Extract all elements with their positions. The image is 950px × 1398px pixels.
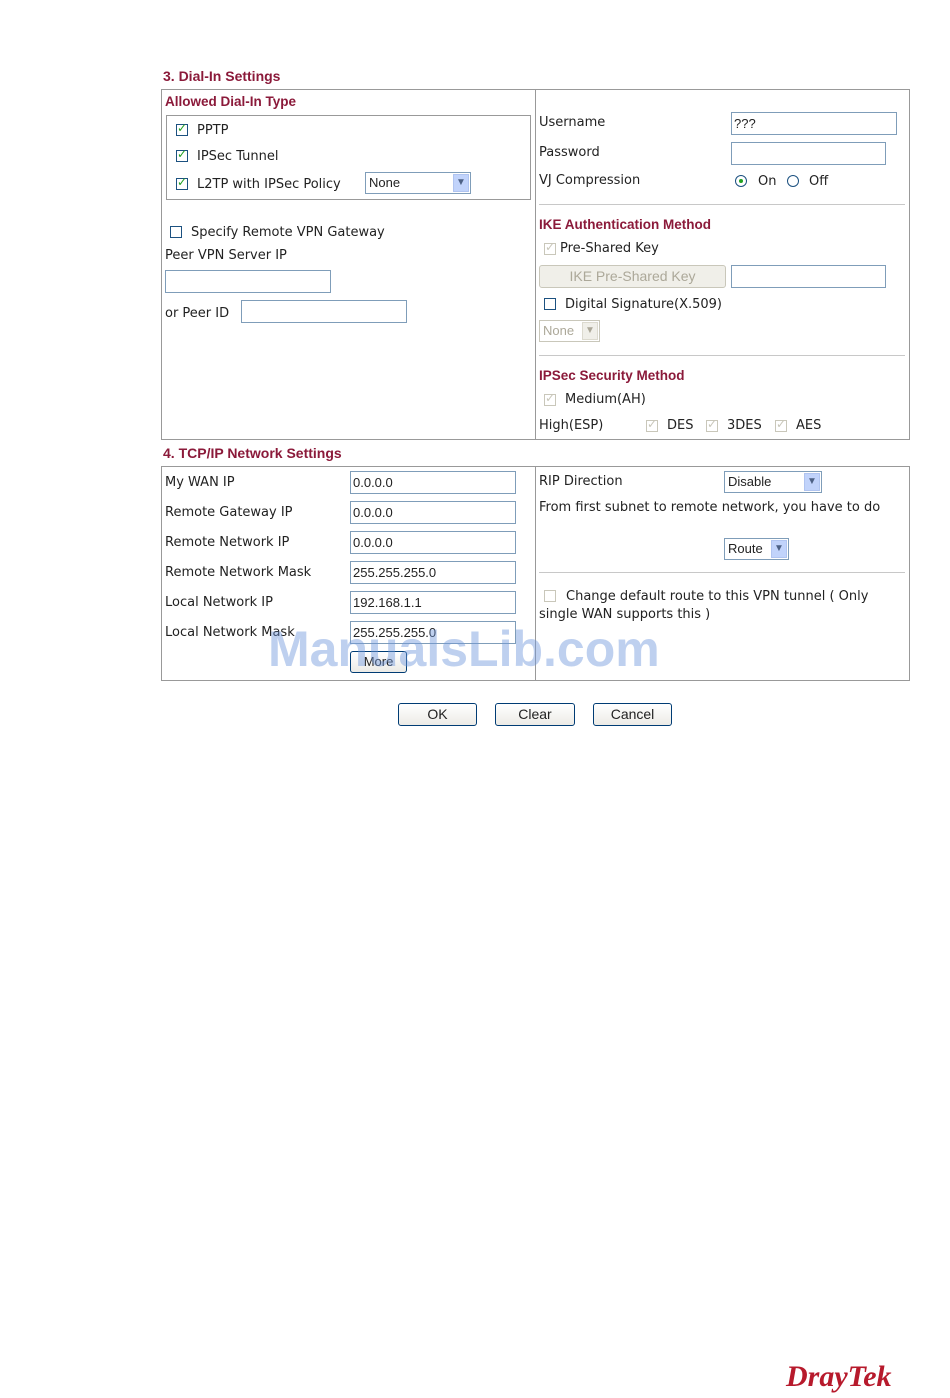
local-network-ip-input[interactable]: 192.168.1.1 <box>350 591 516 614</box>
divider <box>539 572 905 573</box>
remote-gateway-ip-label: Remote Gateway IP <box>165 505 293 520</box>
peer-id-input[interactable] <box>241 300 407 323</box>
vj-off-radio[interactable] <box>787 175 799 187</box>
vj-on-label: On <box>758 174 777 189</box>
high-esp-label: High(ESP) <box>539 418 604 433</box>
divider <box>539 355 905 356</box>
pre-shared-key-label: Pre-Shared Key <box>560 241 659 256</box>
medium-ah-label: Medium(AH) <box>565 392 646 407</box>
chevron-down-icon: ▼ <box>453 174 469 192</box>
ike-psk-input[interactable] <box>731 265 886 288</box>
username-input[interactable]: ??? <box>731 112 897 135</box>
draytek-logo: DrayTek <box>786 1360 892 1393</box>
password-input[interactable] <box>731 142 886 165</box>
ike-pre-shared-key-button[interactable]: IKE Pre-Shared Key <box>539 265 726 288</box>
tcpip-settings-title: 4. TCP/IP Network Settings <box>163 445 342 461</box>
chevron-down-icon: ▼ <box>771 540 787 558</box>
default-route-label: Change default route to this VPN tunnel … <box>539 589 869 622</box>
ike-auth-title: IKE Authentication Method <box>539 217 711 232</box>
3des-checkbox <box>706 417 718 432</box>
vj-on-radio[interactable] <box>735 175 747 187</box>
rip-direction-value: Disable <box>728 474 772 489</box>
aes-checkbox <box>775 417 787 432</box>
rip-direction-select[interactable]: Disable ▼ <box>724 471 822 493</box>
remote-network-mask-input[interactable]: 255.255.255.0 <box>350 561 516 584</box>
3des-label: 3DES <box>727 418 762 433</box>
remote-gateway-ip-input[interactable]: 0.0.0.0 <box>350 501 516 524</box>
dial-in-divider <box>535 89 536 440</box>
allowed-dial-in-type-title: Allowed Dial-In Type <box>165 94 297 109</box>
pptp-checkbox[interactable] <box>176 121 188 136</box>
my-wan-ip-input[interactable]: 0.0.0.0 <box>350 471 516 494</box>
route-value: Route <box>728 541 763 556</box>
peer-id-label: or Peer ID <box>165 306 230 321</box>
peer-server-ip-input[interactable] <box>165 270 331 293</box>
peer-server-ip-label: Peer VPN Server IP <box>165 248 287 263</box>
des-label: DES <box>667 418 694 433</box>
my-wan-ip-label: My WAN IP <box>165 475 235 490</box>
remote-network-mask-label: Remote Network Mask <box>165 565 312 580</box>
l2tp-policy-select[interactable]: None ▼ <box>365 172 471 194</box>
chevron-down-icon: ▼ <box>804 473 820 491</box>
rip-direction-label: RIP Direction <box>539 474 623 489</box>
ok-button[interactable]: OK <box>398 703 477 726</box>
remote-network-ip-input[interactable]: 0.0.0.0 <box>350 531 516 554</box>
ipsec-tunnel-label: IPSec Tunnel <box>197 149 279 164</box>
medium-ah-checkbox <box>544 391 556 406</box>
digital-signature-select: None ▼ <box>539 320 600 342</box>
ipsec-tunnel-checkbox[interactable] <box>176 147 188 162</box>
l2tp-policy-value: None <box>369 175 401 190</box>
specify-gateway-label: Specify Remote VPN Gateway <box>191 225 385 240</box>
divider <box>539 204 905 205</box>
route-select[interactable]: Route ▼ <box>724 538 789 560</box>
vj-compression-label: VJ Compression <box>539 173 641 188</box>
ipsec-security-title: IPSec Security Method <box>539 368 685 383</box>
subnet-text: From first subnet to remote network, you… <box>539 500 881 515</box>
username-label: Username <box>539 115 606 130</box>
vj-off-label: Off <box>809 174 829 189</box>
pptp-label: PPTP <box>197 123 229 138</box>
watermark: ManualsLib.com <box>268 621 660 677</box>
digital-signature-checkbox[interactable] <box>544 298 556 310</box>
dial-in-settings-title: 3. Dial-In Settings <box>163 68 281 84</box>
specify-gateway-checkbox[interactable] <box>170 226 182 238</box>
l2tp-label: L2TP with IPSec Policy <box>197 177 341 192</box>
digital-signature-value: None <box>543 323 575 338</box>
des-checkbox <box>646 417 658 432</box>
cancel-button[interactable]: Cancel <box>593 703 672 726</box>
local-network-ip-label: Local Network IP <box>165 595 273 610</box>
digital-signature-label: Digital Signature(X.509) <box>565 297 723 312</box>
pre-shared-key-checkbox <box>544 240 556 255</box>
chevron-down-icon: ▼ <box>582 322 598 340</box>
l2tp-checkbox[interactable] <box>176 175 188 190</box>
remote-network-ip-label: Remote Network IP <box>165 535 290 550</box>
aes-label: AES <box>796 418 822 433</box>
clear-button[interactable]: Clear <box>495 703 575 726</box>
password-label: Password <box>539 145 600 160</box>
